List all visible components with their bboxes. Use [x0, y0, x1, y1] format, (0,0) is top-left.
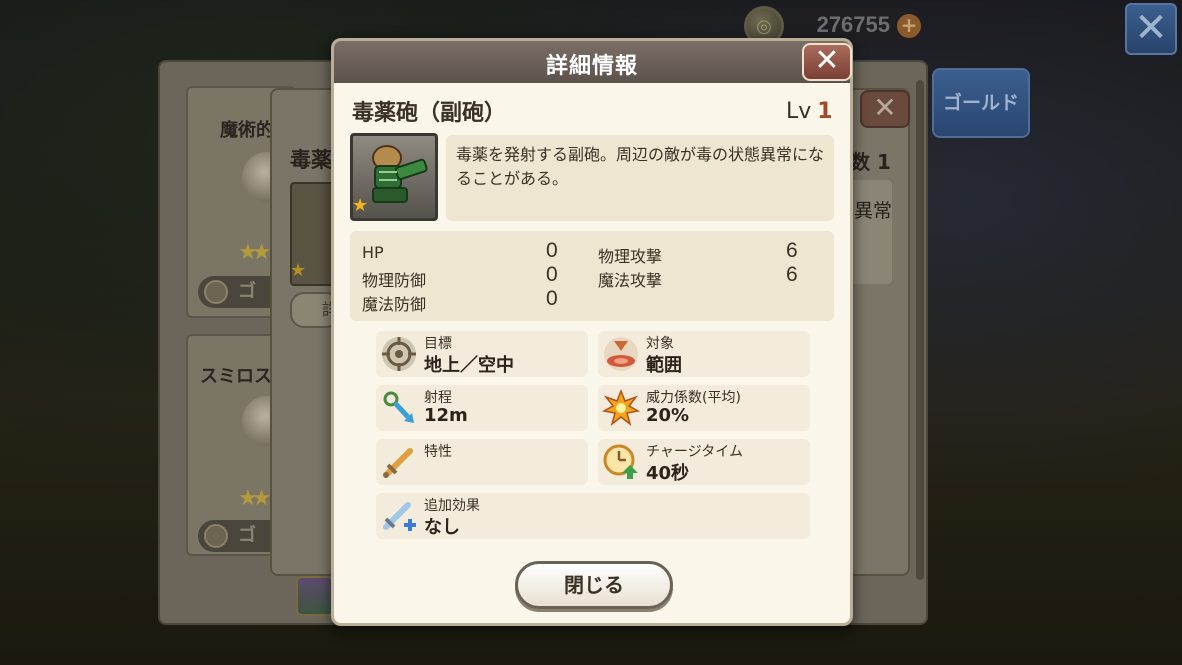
- info-label: 威力係数(平均): [646, 390, 741, 406]
- range-icon: [380, 389, 418, 427]
- clock-up-icon: [602, 443, 640, 481]
- star-icon: ★: [352, 195, 369, 216]
- info-value: 地上／空中: [424, 355, 514, 376]
- level-label: Lv: [786, 99, 812, 124]
- star-rating-icon: ★★: [238, 240, 272, 265]
- info-target: 目標 地上／空中: [376, 331, 588, 377]
- info-label: 特性: [424, 444, 452, 460]
- add-gold-button[interactable]: +: [897, 14, 921, 38]
- info-label: チャージタイム: [646, 444, 744, 460]
- card-title: スミロス: [200, 366, 272, 387]
- area-target-icon: [602, 335, 640, 373]
- stats-box: HP 0 物理防御 0 魔法防御 0 物理攻撃 6 魔法攻撃 6: [350, 231, 834, 321]
- stat-label: 物理攻撃: [598, 247, 663, 266]
- detail-modal: 詳細情報 ✕ 毒薬砲（副砲） Lv 1 ★ 毒薬を発射する副砲。周辺の敵が毒の状態…: [331, 38, 853, 626]
- stat-value: 0: [546, 287, 558, 310]
- stat-value: 6: [786, 263, 798, 286]
- star-rating-icon: ★★: [238, 486, 272, 511]
- item-description: 毒薬を発射する副砲。周辺の敵が毒の状態異常になることがある。: [446, 135, 834, 221]
- modal-close-button[interactable]: ✕: [802, 43, 852, 81]
- card-price-label: ゴ: [238, 281, 256, 302]
- info-charge: チャージタイム 40秒: [598, 439, 810, 485]
- info-label: 射程: [424, 390, 452, 406]
- info-value: 20%: [646, 405, 690, 426]
- info-value: なし: [424, 517, 460, 538]
- stat-label: 魔法防御: [362, 295, 427, 314]
- gold-coin-icon: [204, 280, 228, 304]
- scrollbar[interactable]: [916, 80, 924, 580]
- info-scope: 対象 範囲: [598, 331, 810, 377]
- sword-icon: [380, 443, 418, 481]
- info-power: 威力係数(平均) 20%: [598, 385, 810, 431]
- stat-value: 0: [546, 263, 558, 286]
- mid-effect-label: 異常: [848, 180, 892, 284]
- sword-plus-icon: [380, 497, 418, 535]
- mid-count-label: 数 1: [850, 150, 891, 174]
- modal-title: 詳細情報: [545, 54, 638, 79]
- mid-item-title: 毒薬: [290, 148, 332, 172]
- top-close-button[interactable]: ✕: [1125, 3, 1177, 55]
- info-trait: 特性: [376, 439, 588, 485]
- close-button[interactable]: 閉じる: [515, 561, 673, 609]
- item-icon[interactable]: [296, 576, 334, 616]
- star-icon: ★: [290, 260, 307, 281]
- info-label: 対象: [646, 336, 674, 352]
- item-name: 毒薬砲（副砲）: [352, 101, 507, 126]
- info-label: 目標: [424, 336, 452, 352]
- info-label: 追加効果: [424, 498, 480, 514]
- explosion-icon: [601, 388, 641, 427]
- gold-amount: 276755: [816, 12, 890, 37]
- card-title: 魔術的: [220, 120, 274, 141]
- info-value: 範囲: [646, 355, 682, 376]
- stat-value: 0: [546, 239, 558, 262]
- info-extra: 追加効果 なし: [376, 493, 810, 539]
- stat-value: 6: [786, 239, 798, 262]
- gold-coin-icon: [204, 524, 228, 548]
- info-value: 12m: [424, 405, 468, 426]
- card-price-label: ゴ: [238, 525, 256, 546]
- stat-label: HP: [362, 243, 384, 262]
- info-value: 40秒: [646, 463, 690, 484]
- stat-label: 物理防御: [362, 271, 427, 290]
- gold-tab[interactable]: ゴールド: [932, 68, 1030, 138]
- level-value: 1: [817, 99, 833, 124]
- stat-label: 魔法攻撃: [598, 271, 663, 290]
- item-level: Lv 1: [786, 99, 833, 124]
- info-range: 射程 12m: [376, 385, 588, 431]
- mid-close-button[interactable]: ✕: [860, 90, 910, 128]
- modal-header: 詳細情報: [334, 41, 850, 83]
- crosshair-icon: [380, 335, 418, 373]
